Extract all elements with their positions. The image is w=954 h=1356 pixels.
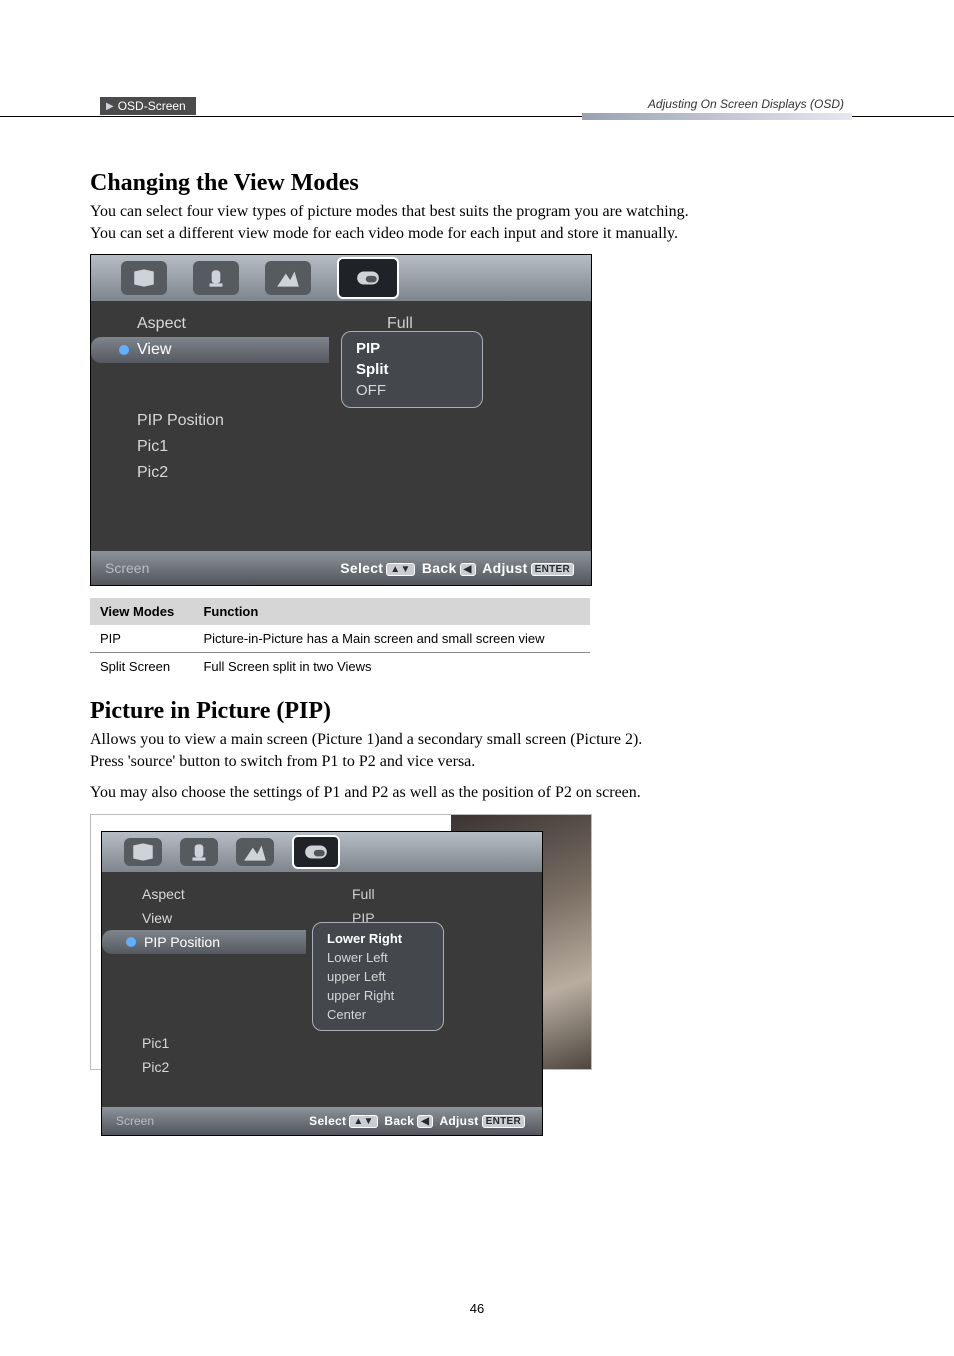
page: ▶ OSD-Screen Adjusting On Screen Display…	[0, 0, 954, 1356]
content: Changing the View Modes You can select f…	[90, 170, 700, 1070]
table-header-modes: View Modes	[90, 598, 193, 625]
breadcrumb: ▶ OSD-Screen	[100, 97, 196, 115]
chevron-right-icon: ▶	[106, 101, 114, 112]
menu-row-pic1: Pic1	[102, 1031, 542, 1055]
view-option-pip: PIP	[342, 338, 482, 359]
section1-title: Changing the View Modes	[90, 170, 700, 197]
section2-para3: You may also choose the settings of P1 a…	[90, 782, 700, 804]
screenshot-2-container: Aspect Full View PIP PIP Position Lower …	[90, 814, 592, 1070]
header-subtitle: Adjusting On Screen Displays (OSD)	[648, 97, 844, 111]
pic2-label: Pic2	[91, 460, 347, 486]
left-key-icon: ◀	[417, 1115, 433, 1128]
enter-key-icon: ENTER	[531, 563, 574, 576]
setup-tab-icon	[236, 838, 274, 866]
breadcrumb-label: OSD-Screen	[118, 99, 186, 113]
footer-back-label: Back	[384, 1114, 414, 1128]
footer-adjust-label: Adjust	[482, 560, 527, 576]
footer-select-label: Select	[309, 1114, 346, 1128]
pip-position-label: PIP Position	[91, 408, 347, 434]
menu-row-pic1: Pic1	[91, 434, 591, 460]
osd-menu: Aspect Full View PIP Split OFF PIP Posit…	[91, 301, 591, 551]
menu-row-aspect: Aspect Full	[102, 882, 542, 906]
updown-key-icon: ▲▼	[349, 1115, 377, 1128]
pip-option-lower-right: Lower Right	[313, 929, 443, 948]
aspect-label: Aspect	[91, 311, 347, 337]
picture-tab-icon	[121, 261, 167, 295]
pip-option-upper-right: upper Right	[313, 986, 443, 1005]
view-options-popup: PIP Split OFF	[341, 331, 483, 408]
view-modes-table: View Modes Function PIP Picture-in-Pictu…	[90, 598, 590, 680]
table-cell-function: Full Screen split in two Views	[193, 653, 590, 681]
updown-key-icon: ▲▼	[386, 563, 414, 576]
pip-option-upper-left: upper Left	[313, 967, 443, 986]
osd-tabbar	[102, 832, 542, 872]
audio-tab-icon	[180, 838, 218, 866]
osd-footer: Screen Select▲▼ Back◀ Adjust ENTER	[91, 551, 591, 585]
menu-row-pip-position: PIP Position	[91, 408, 591, 434]
pic1-label: Pic1	[91, 434, 347, 460]
left-key-icon: ◀	[460, 563, 476, 576]
picture-tab-icon	[124, 838, 162, 866]
osd-footer-title: Screen	[105, 560, 149, 576]
osd-footer-controls: Select▲▼ Back◀ Adjust ENTER	[340, 560, 577, 576]
menu-row-pic2: Pic2	[102, 1055, 542, 1079]
screen-tab-icon	[337, 257, 399, 299]
setup-tab-icon	[265, 261, 311, 295]
screen-tab-icon	[292, 835, 340, 869]
menu-row-pic2: Pic2	[91, 460, 591, 486]
section1-body: You can select four view types of pictur…	[90, 201, 700, 244]
table-cell-function: Picture-in-Picture has a Main screen and…	[193, 625, 590, 653]
table-row: PIP Picture-in-Picture has a Main screen…	[90, 625, 590, 653]
table-cell-mode: Split Screen	[90, 653, 193, 681]
aspect-value: Full	[322, 882, 542, 906]
pip-position-options-popup: Lower Right Lower Left upper Left upper …	[312, 922, 444, 1031]
osd-footer: Screen Select▲▼ Back◀ Adjust ENTER	[102, 1107, 542, 1135]
menu-row-aspect: Aspect Full	[91, 311, 591, 337]
footer-back-label: Back	[422, 560, 457, 576]
header-rule-accent	[582, 113, 852, 120]
page-number: 46	[0, 1301, 954, 1316]
section2-para1: Allows you to view a main screen (Pictur…	[90, 729, 700, 751]
pic1-label: Pic1	[102, 1031, 322, 1055]
view-label: View	[91, 337, 329, 363]
section2-para2: Press 'source' button to switch from P1 …	[90, 751, 700, 773]
footer-select-label: Select	[340, 560, 383, 576]
osd-tabbar	[91, 255, 591, 301]
view-label: View	[102, 906, 322, 930]
pic2-label: Pic2	[102, 1055, 322, 1079]
aspect-label: Aspect	[102, 882, 322, 906]
enter-key-icon: ENTER	[482, 1115, 525, 1128]
view-option-off: OFF	[342, 380, 482, 401]
osd-screenshot-1: Aspect Full View PIP Split OFF PIP Posit…	[90, 254, 592, 586]
table-cell-mode: PIP	[90, 625, 193, 653]
pip-option-lower-left: Lower Left	[313, 948, 443, 967]
section2-title: Picture in Picture (PIP)	[90, 698, 700, 725]
pip-position-label: PIP Position	[102, 930, 306, 954]
osd-menu: Aspect Full View PIP PIP Position Lower …	[102, 872, 542, 1107]
osd-footer-controls: Select▲▼ Back◀ Adjust ENTER	[309, 1114, 528, 1128]
footer-adjust-label: Adjust	[439, 1114, 478, 1128]
table-row: Split Screen Full Screen split in two Vi…	[90, 653, 590, 681]
osd-footer-title: Screen	[116, 1114, 154, 1128]
osd-screenshot-2: Aspect Full View PIP PIP Position Lower …	[101, 831, 543, 1136]
pip-option-center: Center	[313, 1005, 443, 1024]
table-header-function: Function	[193, 598, 590, 625]
audio-tab-icon	[193, 261, 239, 295]
view-option-split: Split	[342, 359, 482, 380]
